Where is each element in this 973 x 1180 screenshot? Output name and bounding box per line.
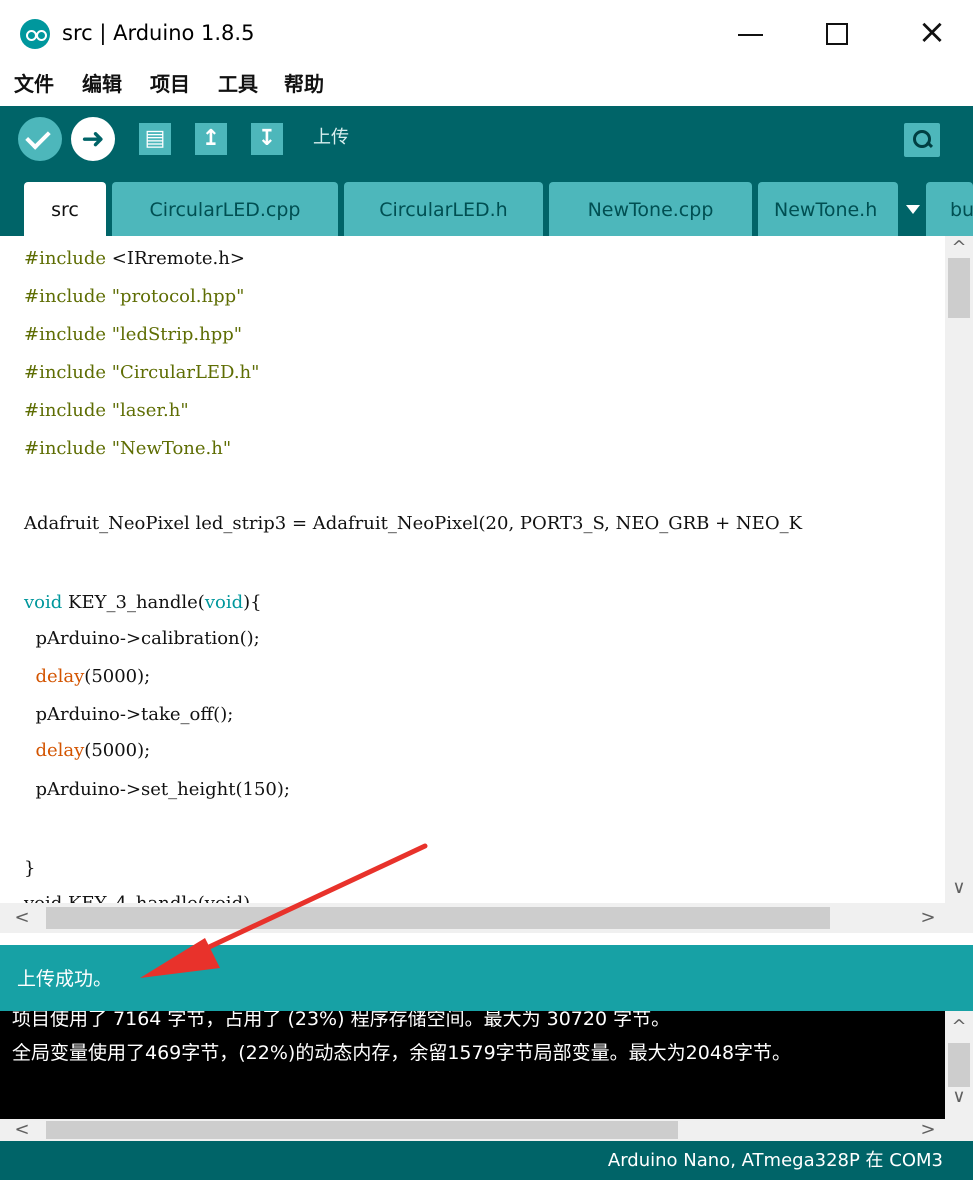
arrow-right-icon: ➜ — [81, 122, 105, 155]
status-divider — [0, 933, 973, 945]
code-line: #include "protocol.hpp" — [24, 279, 244, 315]
code-line: void KEY_3_handle(void){ — [24, 585, 262, 621]
code-text: "ledStrip.hpp" — [106, 324, 243, 345]
tab-bu[interactable]: bu — [926, 182, 973, 236]
scroll-left-arrow[interactable]: < — [10, 906, 34, 930]
type-keyword: void — [204, 592, 244, 613]
preprocessor-keyword: #include — [24, 438, 107, 459]
status-message: 上传成功。 — [17, 968, 113, 990]
console-line: 项目使用了 7164 字节，占用了 (23%) 程序存储空间。最大为 30720… — [12, 1011, 671, 1030]
scroll-right-arrow[interactable]: > — [916, 906, 940, 930]
code-line: } — [24, 858, 36, 879]
menu-tools[interactable]: 工具 — [218, 68, 258, 100]
scrollbar-thumb[interactable] — [46, 1121, 678, 1139]
arduino-logo-icon — [20, 19, 50, 49]
code-editor[interactable]: #include <IRremote.h> #include "protocol… — [0, 236, 945, 903]
code-text: "CircularLED.h" — [106, 362, 260, 383]
tab-newtone-h[interactable]: NewTone.h — [758, 182, 898, 236]
menu-file[interactable]: 文件 — [14, 68, 54, 100]
code-text: KEY_3_handle( — [62, 592, 205, 613]
code-line: pArduino->set_height(150); — [24, 779, 290, 800]
code-line: #include "laser.h" — [24, 393, 189, 429]
code-line: pArduino->calibration(); — [24, 628, 260, 649]
code-text: "protocol.hpp" — [106, 286, 245, 307]
tab-menu-icon[interactable] — [906, 205, 920, 214]
close-button[interactable]: × — [907, 14, 957, 54]
code-line: #include "NewTone.h" — [24, 431, 231, 467]
menu-help[interactable]: 帮助 — [284, 68, 324, 100]
scroll-right-arrow[interactable]: > — [916, 1118, 940, 1142]
function-keyword: delay — [35, 666, 85, 687]
code-text: <IRremote.h> — [106, 248, 245, 269]
arrow-down-icon: ↧ — [257, 126, 277, 151]
function-keyword: delay — [35, 740, 85, 761]
checkmark-icon — [25, 124, 51, 150]
code-text: (5000); — [84, 740, 151, 761]
console-line: 全局变量使用了469字节，(22%)的动态内存，余留1579字节局部变量。最大为… — [12, 1042, 792, 1064]
console-vertical-scrollbar[interactable]: ^ ∨ — [945, 1011, 973, 1119]
scroll-up-arrow[interactable]: ^ — [947, 1015, 971, 1039]
code-line: Adafruit_NeoPixel led_strip3 = Adafruit_… — [24, 513, 803, 534]
tab-circularled-cpp[interactable]: CircularLED.cpp — [112, 182, 338, 236]
save-sketch-button[interactable]: ↧ — [251, 123, 283, 155]
output-console[interactable]: 项目使用了 7164 字节，占用了 (23%) 程序存储空间。最大为 30720… — [0, 1011, 945, 1119]
tab-newtone-cpp[interactable]: NewTone.cpp — [549, 182, 752, 236]
upload-button[interactable]: ➜ — [71, 117, 115, 161]
code-text: "laser.h" — [106, 400, 189, 421]
document-icon: ▤ — [144, 126, 166, 151]
scroll-down-arrow[interactable]: ∨ — [947, 876, 971, 900]
maximize-button[interactable] — [808, 14, 858, 54]
preprocessor-keyword: #include — [24, 362, 107, 383]
title-bar: src | Arduino 1.8.5 × — [0, 0, 973, 64]
scrollbar-thumb[interactable] — [948, 1043, 970, 1087]
scrollbar-thumb[interactable] — [948, 258, 970, 318]
menu-sketch[interactable]: 项目 — [150, 68, 190, 100]
code-text: "NewTone.h" — [106, 438, 232, 459]
arrow-up-icon: ↥ — [201, 126, 221, 151]
scroll-up-arrow[interactable]: ^ — [947, 236, 971, 260]
board-port-info: Arduino Nano, ATmega328P 在 COM3 — [607, 1150, 943, 1171]
menu-bar: 文件 编辑 项目 工具 帮助 — [0, 64, 973, 104]
code-line: pArduino->take_off(); — [24, 704, 234, 725]
tab-bar: src CircularLED.cpp CircularLED.h NewTon… — [0, 170, 973, 236]
scroll-left-arrow[interactable]: < — [10, 1118, 34, 1142]
preprocessor-keyword: #include — [24, 324, 107, 345]
code-line: delay(5000); — [24, 733, 150, 769]
preprocessor-keyword: #include — [24, 286, 107, 307]
scroll-down-arrow[interactable]: ∨ — [947, 1085, 971, 1109]
preprocessor-keyword: #include — [24, 400, 107, 421]
status-bar: 上传成功。 — [0, 945, 973, 1011]
window-title: src | Arduino 1.8.5 — [62, 21, 255, 45]
board-status-bar: Arduino Nano, ATmega328P 在 COM3 — [0, 1141, 973, 1180]
code-line: #include "ledStrip.hpp" — [24, 317, 242, 353]
code-line: #include <IRremote.h> — [24, 241, 245, 277]
verify-button[interactable] — [18, 117, 62, 161]
scrollbar-thumb[interactable] — [46, 907, 830, 929]
editor-vertical-scrollbar[interactable]: ^ ∨ — [945, 236, 973, 903]
console-horizontal-scrollbar[interactable]: < > — [0, 1119, 973, 1141]
tab-circularled-h[interactable]: CircularLED.h — [344, 182, 543, 236]
code-text: ){ — [243, 592, 262, 613]
open-sketch-button[interactable]: ↥ — [195, 123, 227, 155]
serial-monitor-button[interactable] — [904, 123, 940, 157]
menu-edit[interactable]: 编辑 — [82, 68, 122, 100]
new-sketch-button[interactable]: ▤ — [139, 123, 171, 155]
magnifier-icon — [913, 130, 931, 148]
code-line: #include "CircularLED.h" — [24, 355, 259, 391]
code-text: (5000); — [84, 666, 151, 687]
tab-src[interactable]: src — [24, 182, 106, 236]
type-keyword: void — [24, 592, 63, 613]
code-line: void KEY_4_handle(void) — [24, 886, 250, 903]
editor-horizontal-scrollbar[interactable]: < > — [0, 903, 973, 933]
toolbar: ➜ ▤ ↥ ↧ 上传 — [0, 106, 973, 170]
preprocessor-keyword: #include — [24, 248, 107, 269]
toolbar-hover-label: 上传 — [313, 127, 349, 148]
code-line: delay(5000); — [24, 659, 150, 695]
minimize-button[interactable] — [726, 14, 776, 54]
